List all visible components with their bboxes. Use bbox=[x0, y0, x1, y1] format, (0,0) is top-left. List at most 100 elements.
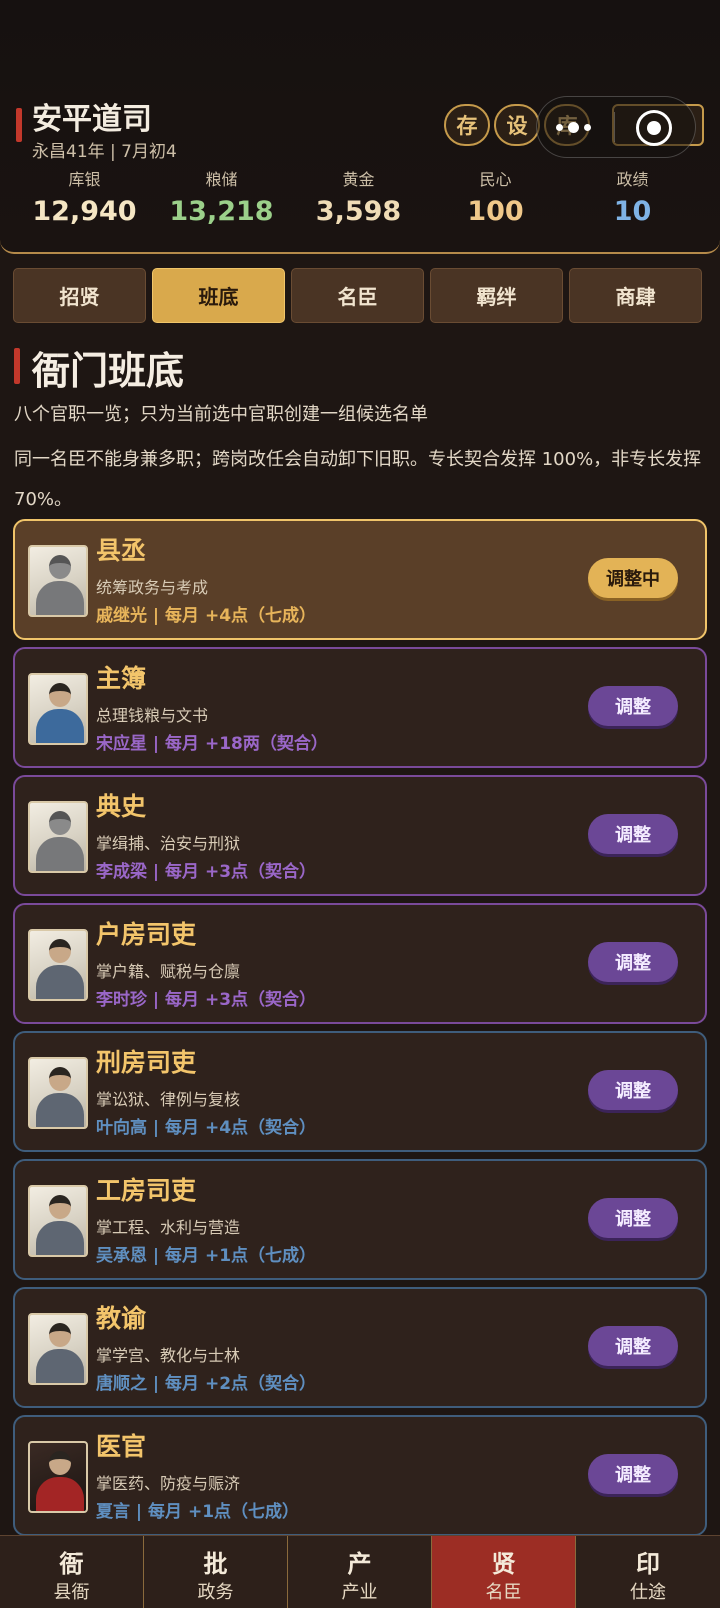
nav-label: 名臣 bbox=[485, 1582, 522, 1603]
tab-bar: 招贤 班底 名臣 羁绊 商肆 bbox=[13, 268, 702, 323]
save-button[interactable]: 存 bbox=[444, 104, 490, 146]
stat-value: 12,940 bbox=[32, 196, 137, 227]
office-assignment: 李时珍 | 每月 +3点（契合） bbox=[96, 990, 317, 1010]
yamen-glyph-icon: 衙 bbox=[59, 1550, 84, 1578]
tab-shop[interactable]: 商肆 bbox=[569, 268, 702, 323]
official-portrait bbox=[28, 1441, 88, 1513]
bottom-nav: 衙 县衙 批 政务 产 产业 贤 名臣 印 仕途 bbox=[0, 1535, 720, 1608]
section-rules: 同一名臣不能身兼多职；跨岗改任会自动卸下旧职。专长契合发挥 100%，非专长发挥… bbox=[14, 449, 702, 510]
office-title: 教谕 bbox=[96, 1304, 147, 1333]
adjust-button[interactable]: 调整 bbox=[588, 814, 678, 854]
official-portrait bbox=[28, 1185, 88, 1257]
office-list: 县丞 统筹政务与考成 戚继光 | 每月 +4点（七成） 调整中 主簿 总理钱粮与… bbox=[13, 519, 707, 1543]
stat-silver: 库银 12,940 bbox=[16, 166, 153, 227]
office-duty: 掌医药、防疫与赈济 bbox=[96, 1474, 241, 1493]
office-title: 主簿 bbox=[96, 664, 147, 693]
nav-label: 产业 bbox=[341, 1582, 378, 1603]
official-portrait bbox=[28, 801, 88, 873]
office-card[interactable]: 刑房司吏 掌讼狱、律例与复核 叶向高 | 每月 +4点（契合） 调整 bbox=[13, 1031, 707, 1152]
stat-label: 黄金 bbox=[342, 170, 375, 189]
game-date: 永昌41年 | 7月初4 bbox=[32, 142, 177, 162]
approve-glyph-icon: 批 bbox=[203, 1550, 228, 1578]
office-card[interactable]: 县丞 统筹政务与考成 戚继光 | 每月 +4点（七成） 调整中 bbox=[13, 519, 707, 640]
office-duty: 掌学宫、教化与士林 bbox=[96, 1346, 241, 1365]
nav-county-office[interactable]: 衙 县衙 bbox=[0, 1536, 144, 1608]
nav-career[interactable]: 印 仕途 bbox=[576, 1536, 720, 1608]
nav-label: 县衙 bbox=[53, 1582, 90, 1603]
adjust-button[interactable]: 调整 bbox=[588, 1198, 678, 1238]
nav-industry[interactable]: 产 产业 bbox=[288, 1536, 432, 1608]
tab-bonds[interactable]: 羁绊 bbox=[430, 268, 563, 323]
page-title: 安平道司 bbox=[32, 102, 152, 137]
office-assignment: 宋应星 | 每月 +18两（契合） bbox=[96, 734, 328, 754]
office-assignment: 唐顺之 | 每月 +2点（契合） bbox=[96, 1374, 317, 1394]
stat-morale: 民心 100 bbox=[427, 166, 564, 227]
office-title: 刑房司吏 bbox=[96, 1048, 197, 1077]
stat-value: 100 bbox=[467, 196, 524, 227]
stat-label: 库银 bbox=[68, 170, 101, 189]
office-duty: 掌工程、水利与营造 bbox=[96, 1218, 241, 1237]
stat-label: 民心 bbox=[479, 170, 512, 189]
adjust-button[interactable]: 调整 bbox=[588, 686, 678, 726]
adjust-button[interactable]: 调整 bbox=[588, 942, 678, 982]
nav-ministers[interactable]: 贤 名臣 bbox=[432, 1536, 576, 1608]
office-card[interactable]: 医官 掌医药、防疫与赈济 夏言 | 每月 +1点（七成） 调整 bbox=[13, 1415, 707, 1536]
tab-staff[interactable]: 班底 bbox=[152, 268, 285, 323]
stat-label: 粮储 bbox=[205, 170, 238, 189]
nav-label: 仕途 bbox=[630, 1582, 666, 1603]
office-duty: 总理钱粮与文书 bbox=[96, 706, 209, 725]
section-description: 八个官职一览；只为当前选中官职创建一组候选名单 bbox=[14, 404, 428, 425]
office-title: 户房司吏 bbox=[96, 920, 197, 949]
office-card[interactable]: 典史 掌缉捕、治安与刑狱 李成梁 | 每月 +3点（契合） 调整 bbox=[13, 775, 707, 896]
office-duty: 掌讼狱、律例与复核 bbox=[96, 1090, 241, 1109]
tab-ministers[interactable]: 名臣 bbox=[291, 268, 424, 323]
official-portrait bbox=[28, 1313, 88, 1385]
stat-value: 3,598 bbox=[315, 196, 402, 227]
header: 安平道司 永昌41年 | 7月初4 存 设 库 库银 12,940 粮储 13,… bbox=[0, 0, 720, 254]
office-assignment: 叶向高 | 每月 +4点（契合） bbox=[96, 1118, 317, 1138]
title-accent bbox=[16, 108, 22, 142]
settings-button[interactable]: 设 bbox=[494, 104, 540, 146]
more-dots-icon[interactable] bbox=[556, 118, 596, 136]
office-card[interactable]: 工房司吏 掌工程、水利与营造 吴承恩 | 每月 +1点（七成） 调整 bbox=[13, 1159, 707, 1280]
office-title: 工房司吏 bbox=[96, 1176, 197, 1205]
stat-value: 10 bbox=[613, 196, 652, 227]
sage-glyph-icon: 贤 bbox=[491, 1550, 516, 1578]
office-assignment: 吴承恩 | 每月 +1点（七成） bbox=[96, 1246, 317, 1266]
stat-value: 13,218 bbox=[169, 196, 274, 227]
stat-gold: 黄金 3,598 bbox=[290, 166, 427, 227]
industry-glyph-icon: 产 bbox=[347, 1550, 372, 1578]
official-portrait bbox=[28, 545, 88, 617]
office-title: 县丞 bbox=[96, 536, 147, 565]
adjust-button[interactable]: 调整中 bbox=[588, 558, 678, 598]
nav-affairs[interactable]: 批 政务 bbox=[144, 1536, 288, 1608]
seal-glyph-icon: 印 bbox=[636, 1550, 660, 1578]
office-duty: 统筹政务与考成 bbox=[96, 578, 209, 597]
official-portrait bbox=[28, 929, 88, 1001]
tab-recruit[interactable]: 招贤 bbox=[13, 268, 146, 323]
stat-merit: 政绩 10 bbox=[564, 166, 701, 227]
adjust-button[interactable]: 调整 bbox=[588, 1454, 678, 1494]
adjust-button[interactable]: 调整 bbox=[588, 1326, 678, 1366]
stat-label: 政绩 bbox=[616, 170, 649, 189]
resource-stats: 库银 12,940 粮储 13,218 黄金 3,598 民心 100 政绩 1… bbox=[0, 166, 720, 227]
office-title: 典史 bbox=[96, 792, 147, 821]
office-assignment: 李成梁 | 每月 +3点（契合） bbox=[96, 862, 317, 882]
nav-label: 政务 bbox=[197, 1582, 234, 1603]
office-assignment: 夏言 | 每月 +1点（七成） bbox=[96, 1502, 300, 1522]
official-portrait bbox=[28, 1057, 88, 1129]
office-title: 医官 bbox=[96, 1432, 147, 1461]
adjust-button[interactable]: 调整 bbox=[588, 1070, 678, 1110]
office-duty: 掌户籍、赋税与仓廪 bbox=[96, 962, 241, 981]
capsule-divider bbox=[614, 112, 615, 142]
stat-grain: 粮储 13,218 bbox=[153, 166, 290, 227]
official-portrait bbox=[28, 673, 88, 745]
office-card[interactable]: 户房司吏 掌户籍、赋税与仓廪 李时珍 | 每月 +3点（契合） 调整 bbox=[13, 903, 707, 1024]
office-card[interactable]: 教谕 掌学宫、教化与士林 唐顺之 | 每月 +2点（契合） 调整 bbox=[13, 1287, 707, 1408]
office-assignment: 戚继光 | 每月 +4点（七成） bbox=[96, 606, 317, 626]
section-title: 衙门班底 bbox=[32, 349, 185, 393]
close-target-icon[interactable] bbox=[636, 110, 672, 146]
office-card[interactable]: 主簿 总理钱粮与文书 宋应星 | 每月 +18两（契合） 调整 bbox=[13, 647, 707, 768]
office-duty: 掌缉捕、治安与刑狱 bbox=[96, 834, 241, 853]
section-accent bbox=[14, 348, 20, 384]
